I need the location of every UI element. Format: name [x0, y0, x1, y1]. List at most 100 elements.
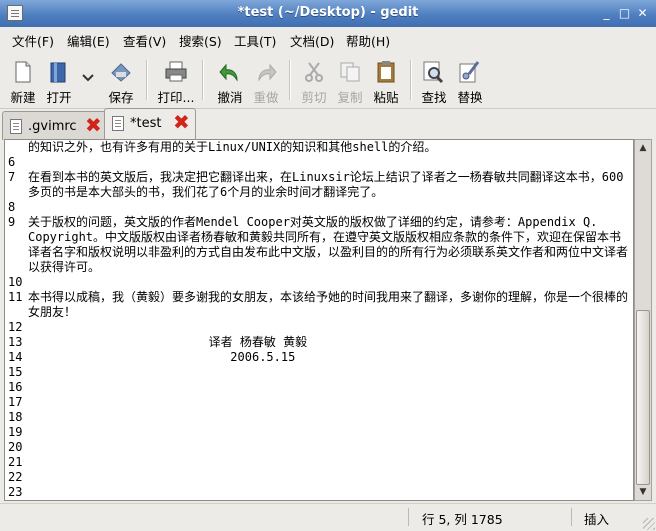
line-number: 19 — [8, 425, 23, 439]
menu-bar: 文件(F) 编辑(E) 查看(V) 搜索(S) 工具(T) 文档(D) 帮助(H… — [0, 27, 656, 51]
line-number: 23 — [8, 485, 23, 499]
open-recent-dropdown[interactable] — [76, 55, 100, 105]
save-button[interactable]: 保存 — [98, 55, 144, 105]
line-text[interactable] — [28, 470, 628, 485]
chevron-down-icon — [82, 74, 94, 82]
close-tab-icon[interactable]: ✖ — [173, 112, 190, 132]
save-icon — [111, 63, 131, 82]
line-text[interactable]: 本书得以成稿，我（黄毅）要多谢我的女朋友，本该给予她的时间我用来了翻译，多谢你的… — [28, 290, 628, 320]
maximize-icon[interactable]: □ — [617, 6, 632, 21]
editor-line: 6 — [5, 155, 628, 170]
undo-icon — [219, 63, 238, 82]
tab-label: *test — [130, 116, 162, 131]
menu-file[interactable]: 文件(F) — [12, 31, 54, 50]
status-bar: 行 5, 列 1785 插入 — [0, 503, 656, 531]
editor-line: 7 在看到本书的英文版后，我决定把它翻译出来，在Linuxsir论坛上结识了译者之… — [5, 170, 628, 200]
line-text[interactable]: 的知识之外，也有许多有用的关于Linux/UNIX的知识和其他shell的介绍。 — [28, 140, 628, 155]
line-text[interactable] — [28, 275, 628, 290]
editor-lines: 的知识之外，也有许多有用的关于Linux/UNIX的知识和其他shell的介绍。… — [5, 140, 628, 500]
scroll-up-icon[interactable]: ▲ — [636, 141, 650, 155]
redo-label: 重做 — [253, 90, 279, 105]
editor-line: 17 — [5, 395, 628, 410]
line-text[interactable] — [28, 425, 628, 440]
line-number: 16 — [8, 380, 23, 394]
replace-label: 替换 — [457, 90, 483, 105]
menu-search[interactable]: 搜索(S) — [179, 31, 222, 50]
title-bar[interactable]: *test (~/Desktop) - gedit _ □ ✕ — [0, 0, 656, 27]
line-number: 12 — [8, 320, 23, 334]
open-folder-icon — [50, 62, 66, 83]
paste-button[interactable]: 粘贴 — [363, 55, 409, 105]
editor-line: 15 — [5, 365, 628, 380]
line-text[interactable] — [28, 485, 628, 500]
clipboard-icon — [377, 61, 395, 83]
document-tabs: .gvimrc ✖ *test ✖ — [0, 108, 656, 140]
line-text[interactable] — [28, 320, 628, 335]
printer-icon — [165, 61, 187, 82]
editor-line: 10 — [5, 275, 628, 290]
menu-help[interactable]: 帮助(H) — [346, 31, 390, 50]
tab-test[interactable]: *test ✖ — [104, 108, 196, 140]
editor-line: 23 — [5, 485, 628, 500]
line-text[interactable] — [28, 395, 628, 410]
editor-line: 13 译者 杨春敏 黄毅 — [5, 335, 628, 350]
menu-edit[interactable]: 编辑(E) — [67, 31, 110, 50]
status-separator — [571, 508, 572, 526]
cursor-position: 行 5, 列 1785 — [422, 512, 503, 527]
new-document-icon — [15, 61, 31, 83]
line-number: 13 — [8, 335, 23, 349]
editor-line: 16 — [5, 380, 628, 395]
line-text[interactable] — [28, 155, 628, 170]
scroll-thumb[interactable] — [636, 310, 650, 485]
replace-button[interactable]: 替换 — [447, 55, 493, 105]
magnifier-icon — [423, 61, 444, 84]
line-number: 22 — [8, 470, 23, 484]
copy-icon — [340, 62, 360, 82]
close-window-icon[interactable]: ✕ — [635, 6, 650, 21]
line-text[interactable] — [28, 440, 628, 455]
menu-documents[interactable]: 文档(D) — [290, 31, 334, 50]
line-text[interactable] — [28, 455, 628, 470]
editor-line: 18 — [5, 410, 628, 425]
tab-gvimrc[interactable]: .gvimrc ✖ — [2, 111, 106, 140]
close-tab-icon[interactable]: ✖ — [85, 115, 102, 135]
line-text[interactable]: 译者 杨春敏 黄毅 — [28, 335, 628, 350]
paste-label: 粘贴 — [373, 90, 399, 105]
line-number: 15 — [8, 365, 23, 379]
redo-button[interactable]: 重做 — [243, 55, 289, 105]
line-text[interactable]: 关于版权的问题，英文版的作者Mendel Cooper对英文版的版权做了详细的约… — [28, 215, 628, 275]
line-text[interactable] — [28, 380, 628, 395]
line-number: 20 — [8, 440, 23, 454]
editor-line: 14 2006.5.15 — [5, 350, 628, 365]
menu-view[interactable]: 查看(V) — [123, 31, 166, 50]
line-number: 11 — [8, 290, 23, 304]
gedit-window: *test (~/Desktop) - gedit _ □ ✕ 文件(F) 编辑… — [0, 0, 656, 531]
insert-mode: 插入 — [584, 512, 610, 527]
line-text[interactable]: 2006.5.15 — [28, 350, 628, 365]
scroll-down-icon[interactable]: ▼ — [636, 485, 650, 499]
status-separator — [408, 508, 409, 526]
line-number: 18 — [8, 410, 23, 424]
line-number: 17 — [8, 395, 23, 409]
line-number: 14 — [8, 350, 23, 364]
text-editor[interactable]: 的知识之外，也有许多有用的关于Linux/UNIX的知识和其他shell的介绍。… — [4, 139, 634, 501]
line-text[interactable] — [28, 410, 628, 425]
line-text[interactable]: 在看到本书的英文版后，我决定把它翻译出来，在Linuxsir论坛上结识了译者之一… — [28, 170, 628, 200]
line-text[interactable] — [28, 200, 628, 215]
line-text[interactable] — [28, 365, 628, 380]
replace-icon — [459, 61, 480, 83]
editor-line: 12 — [5, 320, 628, 335]
toolbar: 新建 打开 保存 打印... 撤消 重做 剪切 复制 粘贴 查找 替换 — [0, 51, 656, 109]
vertical-scrollbar[interactable]: ▲ ▼ — [634, 139, 652, 501]
menu-tools[interactable]: 工具(T) — [234, 31, 276, 50]
line-number: 7 — [8, 170, 16, 184]
editor-line: 19 — [5, 425, 628, 440]
print-button[interactable]: 打印... — [153, 55, 199, 105]
line-number: 9 — [8, 215, 16, 229]
minimize-icon[interactable]: _ — [599, 6, 614, 21]
resize-grip-icon[interactable] — [643, 518, 655, 530]
editor-line: 20 — [5, 440, 628, 455]
tab-label: .gvimrc — [28, 119, 77, 134]
window-title: *test (~/Desktop) - gedit — [237, 5, 419, 20]
print-label: 打印... — [157, 90, 195, 105]
